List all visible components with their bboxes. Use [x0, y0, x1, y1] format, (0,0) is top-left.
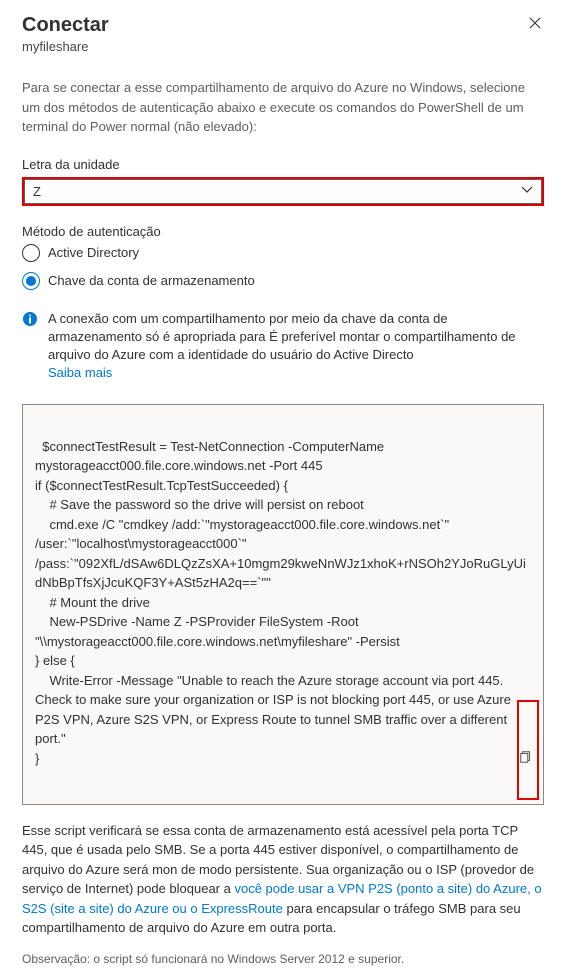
info-callout: A conexão com um compartilhamento por me…	[22, 310, 544, 383]
close-button[interactable]	[526, 14, 544, 36]
radio-icon	[22, 272, 40, 290]
auth-method-group: Active Directory Chave da conta de armaz…	[22, 244, 544, 290]
radio-icon	[22, 244, 40, 262]
drive-letter-value: Z	[33, 184, 41, 199]
radio-storage-key[interactable]: Chave da conta de armazenamento	[22, 272, 544, 290]
info-icon	[22, 311, 38, 327]
copy-button[interactable]	[519, 741, 537, 759]
drive-letter-select[interactable]: Z	[24, 179, 542, 204]
note-text: Observação: o script só funcionará no Wi…	[22, 952, 544, 966]
auth-method-label: Método de autenticação	[22, 224, 544, 239]
radio-label: Chave da conta de armazenamento	[48, 273, 255, 288]
drive-letter-highlight: Z	[22, 177, 544, 206]
radio-active-directory[interactable]: Active Directory	[22, 244, 544, 262]
copy-highlight	[517, 700, 539, 800]
close-icon	[528, 17, 542, 34]
drive-letter-label: Letra da unidade	[22, 157, 544, 172]
powershell-script: $connectTestResult = Test-NetConnection …	[22, 404, 544, 805]
radio-label: Active Directory	[48, 245, 139, 260]
copy-icon	[519, 711, 537, 789]
learn-more-link[interactable]: Saiba mais	[48, 365, 112, 380]
chevron-down-icon	[521, 184, 533, 199]
code-content: $connectTestResult = Test-NetConnection …	[35, 439, 526, 766]
info-text: A conexão com um compartilhamento por me…	[48, 311, 516, 362]
description-text: Esse script verificará se essa conta de …	[22, 821, 544, 938]
panel-subtitle: myfileshare	[22, 39, 544, 54]
panel-title: Conectar	[22, 14, 109, 37]
intro-text: Para se conectar a esse compartilhamento…	[22, 78, 544, 137]
